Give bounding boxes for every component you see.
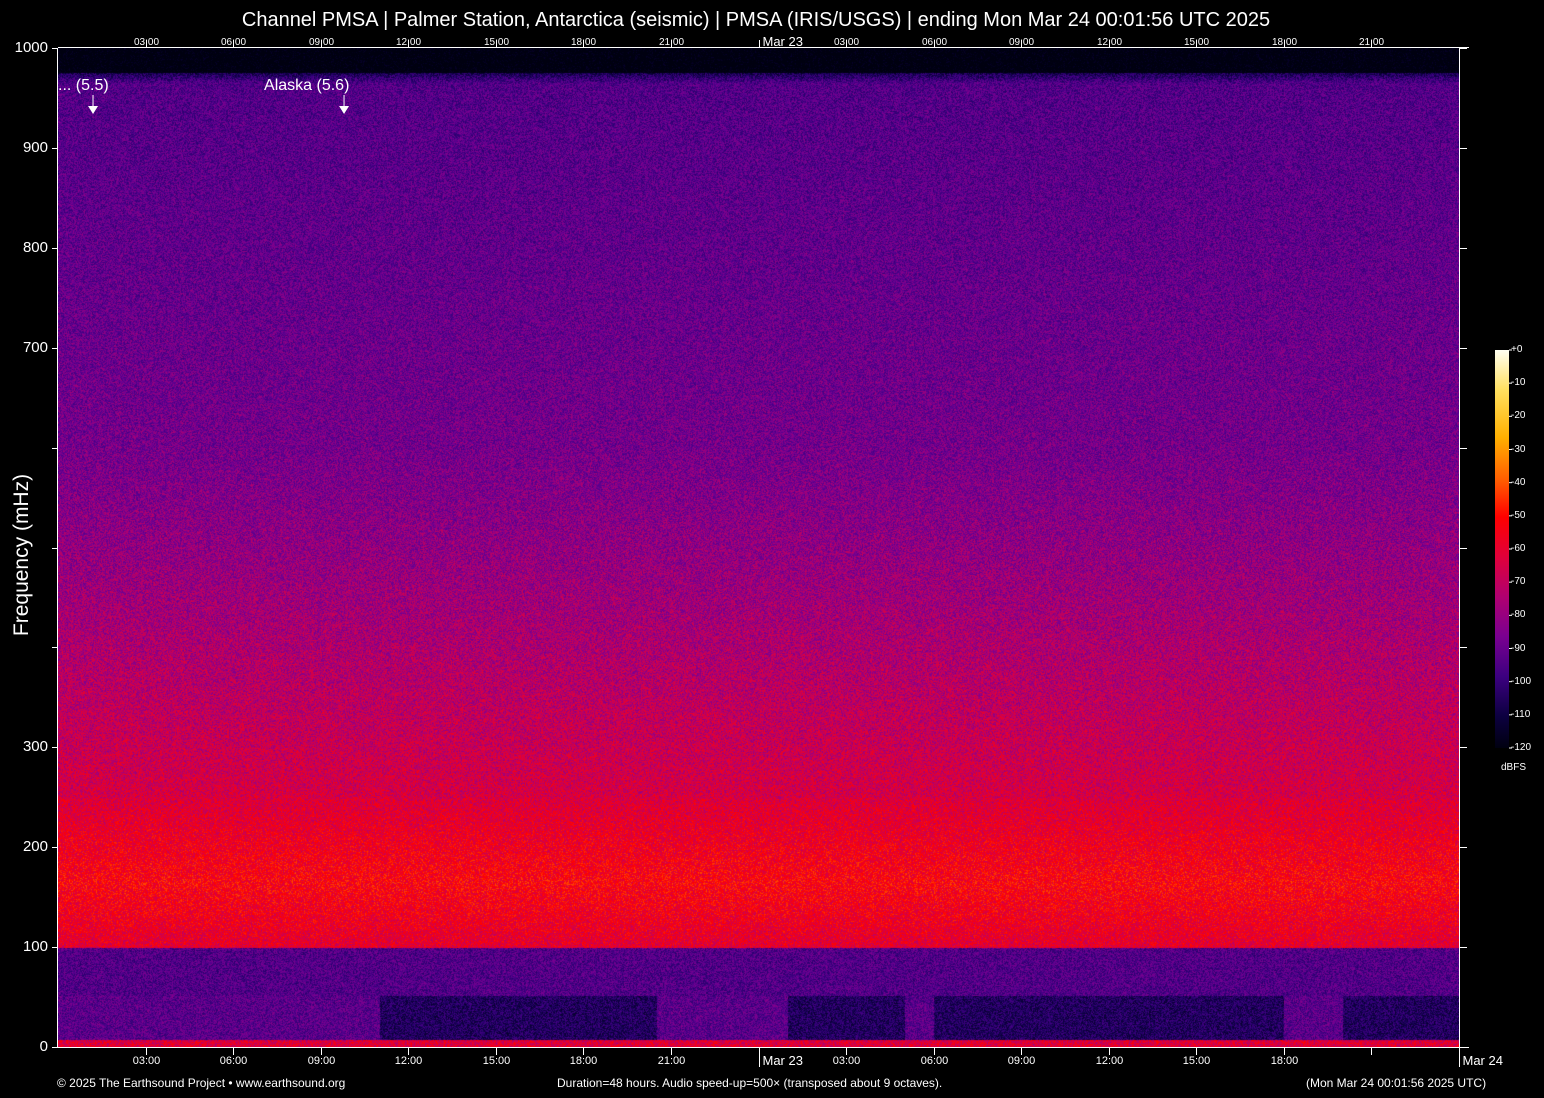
axes	[0, 0, 1544, 1098]
footer-end-time: (Mon Mar 24 00:01:56 2025 UTC)	[1306, 1076, 1486, 1090]
top-tick-label: 03:00	[134, 37, 159, 48]
top-tick-label: 15:00	[484, 37, 509, 48]
y-tick-label: 300	[23, 738, 48, 755]
bottom-tick-label: 03:00	[833, 1055, 861, 1067]
top-tick-label: 21:00	[1359, 37, 1384, 48]
event-annotation: ... (5.5)	[58, 77, 109, 95]
colorbar-tick-label: +0	[1511, 344, 1522, 355]
colorbar-tick-label: -90	[1511, 643, 1525, 654]
y-tick-label: 1000	[15, 39, 48, 56]
bottom-tick-label: 12:00	[1096, 1055, 1124, 1067]
bottom-tick-label: 21:00	[658, 1055, 686, 1067]
bottom-tick-label: 09:00	[1008, 1055, 1036, 1067]
colorbar-tick-label: -20	[1511, 410, 1525, 421]
y-tick-label: 900	[23, 139, 48, 156]
colorbar-tick-label: -80	[1511, 609, 1525, 620]
y-tick-label: 700	[23, 339, 48, 356]
event-arrow-icon	[88, 106, 98, 114]
y-axis-title: Frequency (mHz)	[10, 474, 34, 636]
colorbar-tick-label: -70	[1511, 576, 1525, 587]
colorbar-tick-label: -10	[1511, 377, 1525, 388]
y-tick-label: 200	[23, 838, 48, 855]
bottom-tick-label: 09:00	[308, 1055, 336, 1067]
top-tick-label: 18:00	[571, 37, 596, 48]
event-annotation: Alaska (5.6)	[264, 77, 349, 95]
bottom-tick-label: 06:00	[220, 1055, 248, 1067]
top-tick-label: 03:00	[834, 37, 859, 48]
colorbar	[1495, 350, 1509, 748]
event-arrow-icon	[339, 106, 349, 114]
y-tick-label: 100	[23, 938, 48, 955]
colorbar-tick-label: -120	[1511, 742, 1531, 753]
top-tick-label: 12:00	[1097, 37, 1122, 48]
colorbar-tick-label: -60	[1511, 543, 1525, 554]
bottom-tick-label: 12:00	[395, 1055, 423, 1067]
top-tick-label: 09:00	[309, 37, 334, 48]
bottom-tick-label: 15:00	[483, 1055, 511, 1067]
top-tick-label: 06:00	[221, 37, 246, 48]
y-tick-label: 0	[40, 1038, 48, 1055]
colorbar-tick-label: -50	[1511, 510, 1525, 521]
bottom-tick-label: 18:00	[570, 1055, 598, 1067]
bottom-tick-label: 18:00	[1271, 1055, 1299, 1067]
bottom-day-label: Mar 23	[763, 1053, 803, 1068]
top-tick-label: 09:00	[1009, 37, 1034, 48]
bottom-tick-label: 15:00	[1183, 1055, 1211, 1067]
top-day-label: Mar 23	[763, 34, 803, 49]
bottom-tick-label: 03:00	[133, 1055, 161, 1067]
top-tick-label: 12:00	[396, 37, 421, 48]
colorbar-tick-label: -100	[1511, 676, 1531, 687]
top-tick-label: 15:00	[1184, 37, 1209, 48]
bottom-tick-label: 06:00	[921, 1055, 949, 1067]
top-tick-label: 18:00	[1272, 37, 1297, 48]
top-tick-label: 21:00	[659, 37, 684, 48]
top-tick-label: 06:00	[922, 37, 947, 48]
footer-copyright: © 2025 The Earthsound Project • www.eart…	[57, 1076, 345, 1090]
colorbar-tick-label: -30	[1511, 444, 1525, 455]
colorbar-tick-label: -40	[1511, 477, 1525, 488]
colorbar-unit: dBFS	[1501, 762, 1526, 773]
y-tick-label: 800	[23, 239, 48, 256]
footer-duration: Duration=48 hours. Audio speed-up=500× (…	[557, 1076, 942, 1090]
bottom-day-label: Mar 24	[1463, 1053, 1503, 1068]
colorbar-tick-label: -110	[1511, 709, 1530, 720]
